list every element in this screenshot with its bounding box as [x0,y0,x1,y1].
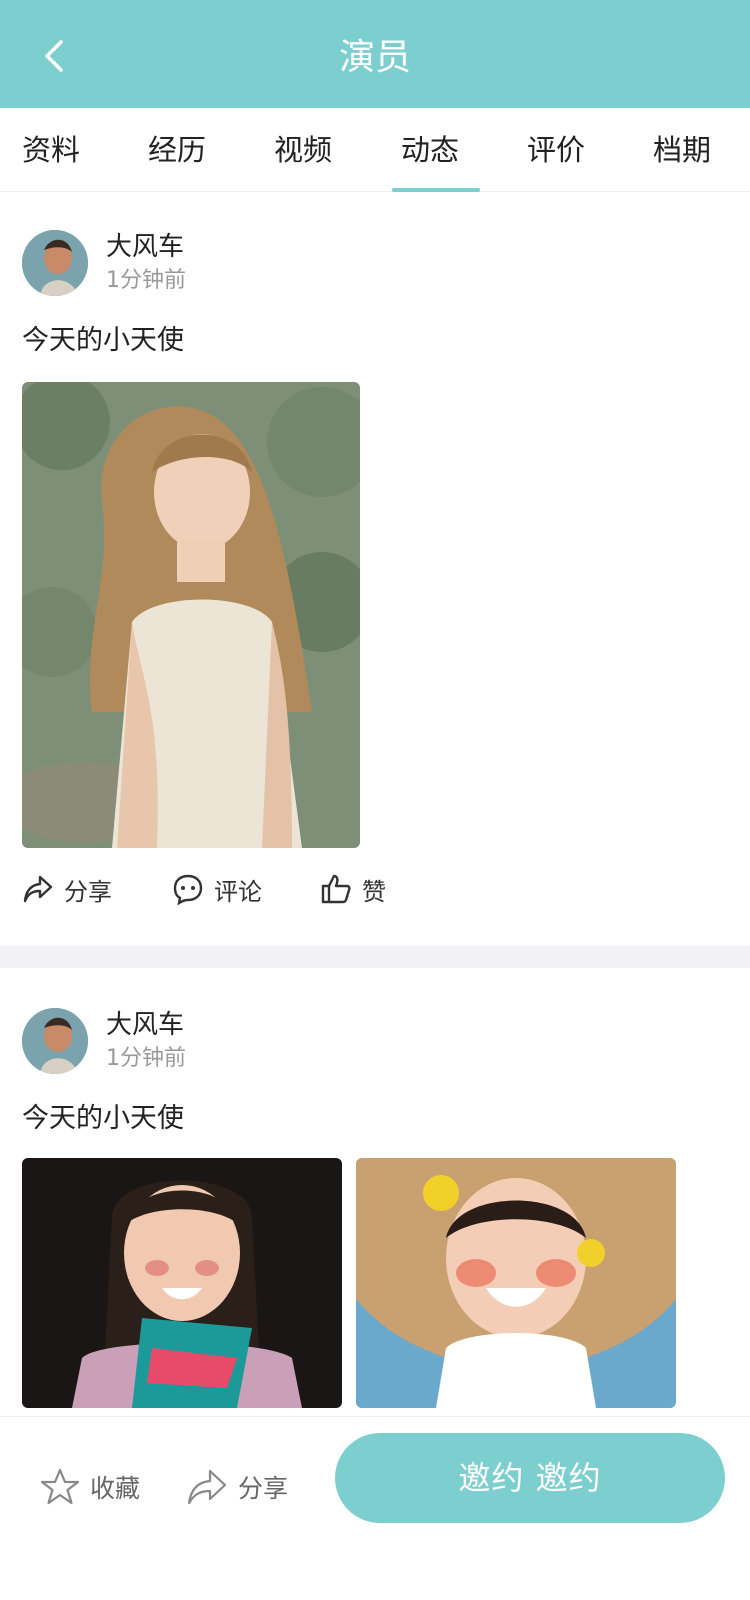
share-label: 分享 [238,1474,289,1503]
app-header: 演员 [0,0,750,108]
star-icon [40,1468,80,1505]
post-card: 大风车 1分钟前 今天的小天使 [0,968,750,1468]
author-name: 大风车 [106,1010,185,1040]
tab-bar: 资料 经历 视频 动态 评价 档期 [0,108,750,192]
post-photo[interactable] [356,1158,676,1408]
post-photo[interactable] [22,1158,342,1408]
tab-experience[interactable]: 经历 [122,108,232,192]
comment-label: 评论 [214,877,262,906]
tab-schedule[interactable]: 档期 [627,108,737,192]
post-text: 今天的小天使 [22,325,184,356]
post-actions: 分享 评论 赞 [0,864,750,914]
page-title: 演员 [338,37,411,78]
post-text: 今天的小天使 [22,1103,184,1134]
favorite-button[interactable]: 收藏 [40,1459,140,1515]
avatar-image [22,1008,88,1074]
tab-profile[interactable]: 资料 [0,108,106,192]
author-name: 大风车 [106,232,185,262]
share-icon [23,875,53,903]
avatar[interactable] [22,230,88,296]
share-label: 分享 [64,877,112,906]
tab-moments[interactable]: 动态 [375,108,485,192]
like-action[interactable]: 赞 [320,864,386,914]
invite-button[interactable]: 邀约 邀约 [335,1433,725,1523]
tab-video[interactable]: 视频 [248,108,358,192]
photo-girl-in-straw-hat [356,1158,676,1408]
post-card: 大风车 1分钟前 今天的小天使 [0,192,750,962]
post-time: 1分钟前 [106,268,186,293]
share-icon [187,1469,227,1505]
avatar-image [22,230,88,296]
photo-girl-with-snack [22,1158,342,1408]
bottom-share-button[interactable]: 分享 [186,1459,288,1515]
post-photo[interactable] [22,382,360,848]
favorite-label: 收藏 [90,1474,141,1503]
post-separator [0,946,750,968]
tab-reviews[interactable]: 评价 [501,108,611,192]
comment-icon [173,874,203,905]
like-label: 赞 [362,877,386,906]
comment-action[interactable]: 评论 [172,864,262,914]
thumbs-up-icon [321,874,351,904]
share-action[interactable]: 分享 [22,864,112,914]
bottom-action-bar: 收藏 分享 邀约 邀约 [0,1416,750,1600]
avatar[interactable] [22,1008,88,1074]
photo-girl-in-white-dress [22,382,360,848]
post-time: 1分钟前 [106,1046,186,1071]
